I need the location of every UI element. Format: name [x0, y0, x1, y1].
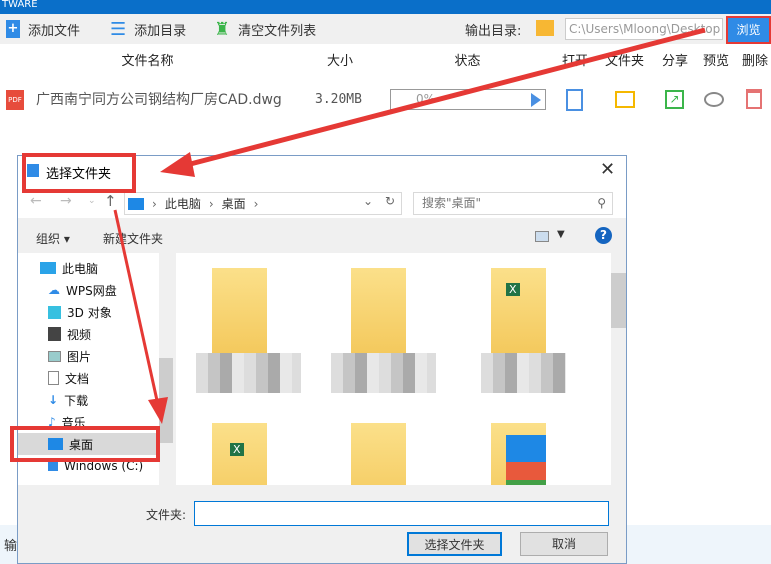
annotation-arrow-line [113, 209, 160, 406]
annotation-box-desktop [10, 426, 160, 462]
annotation-box-title [22, 153, 136, 193]
annotation-arrowhead [160, 152, 195, 177]
annotation-arrowhead [148, 397, 168, 424]
annotation-overlay [10, 27, 706, 462]
annotation-arrow-line [174, 27, 706, 171]
